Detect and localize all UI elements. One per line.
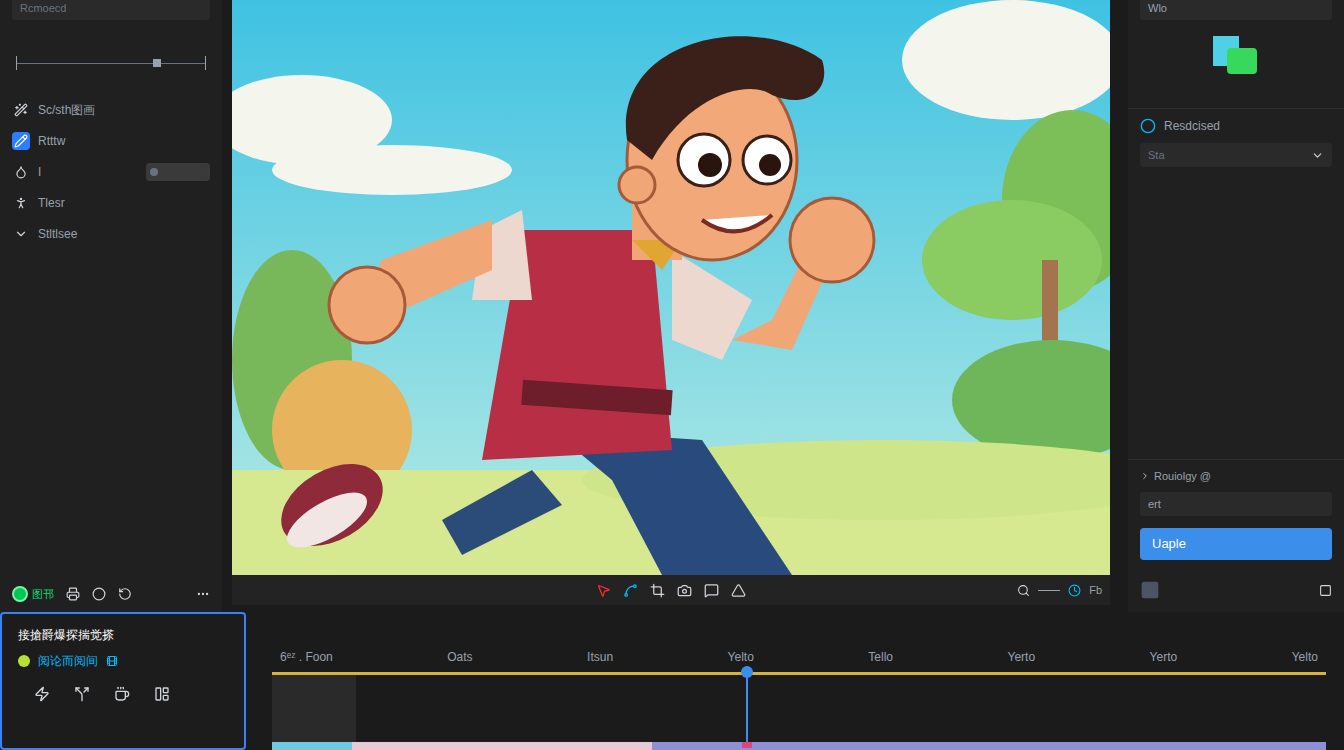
zap-icon[interactable]	[34, 686, 50, 702]
chevron-icon	[1311, 149, 1324, 162]
playhead[interactable]	[746, 666, 748, 748]
tool-icon	[12, 163, 30, 181]
layout-icon[interactable]	[154, 686, 170, 702]
apply-button[interactable]: Uaple	[1140, 528, 1332, 560]
clip[interactable]	[652, 742, 1326, 750]
select[interactable]: Sta	[1140, 143, 1332, 167]
property-row[interactable]: Rouiolgy @	[1128, 460, 1344, 493]
pointer-icon[interactable]	[596, 583, 611, 598]
ruler-label: 6ᵉᶻ . Foon	[280, 648, 333, 668]
tool-item[interactable]: I	[0, 156, 222, 187]
timeline-ruler: 6ᵉᶻ . Foon Oats Itsun Yelto Tello Yerto Yerto Y…	[272, 648, 1326, 668]
slider[interactable]	[16, 56, 206, 70]
canvas-area: Fb	[222, 0, 1128, 612]
workspace: Rcmoecd Sc/sth图画RtttwITlesrStltlsee 图邗 Fb Wl…	[0, 0, 1344, 612]
print-icon[interactable]	[66, 587, 80, 601]
playback-bar: 图邗	[0, 576, 222, 612]
split-icon[interactable]	[74, 686, 90, 702]
clip[interactable]	[352, 742, 652, 750]
crop-icon[interactable]	[650, 583, 665, 598]
zoom-line[interactable]	[1038, 590, 1060, 591]
timeline-section: 接搶爵爆探揣觉搽阅论而阅间 6ᵉᶻ . Foon Oats Itsun Yelto Tel…	[0, 612, 1344, 750]
more-icon[interactable]	[196, 587, 210, 601]
canvas-illustration	[232, 0, 1110, 575]
expand-icon	[1140, 471, 1150, 481]
layer-dot	[18, 655, 30, 667]
ruler-label: Yelto	[728, 648, 754, 668]
app-window: Rcmoecd Sc/sth图画RtttwITlesrStltlsee 图邗 Fb Wl…	[0, 0, 1344, 750]
cup-icon[interactable]	[114, 686, 130, 702]
clip-strip	[272, 742, 1326, 750]
clip[interactable]	[272, 742, 352, 750]
ruler-label: Yerto	[1008, 648, 1036, 668]
top-field[interactable]: Wlo	[1140, 0, 1332, 20]
triangle-icon[interactable]	[731, 583, 746, 598]
section-row[interactable]: Resdcised	[1128, 109, 1344, 143]
left-panel: Rcmoecd Sc/sth图画RtttwITlesrStltlsee 图邗	[0, 0, 222, 612]
layer-swatch-icon	[1213, 36, 1259, 76]
tool-item[interactable]: Rtttw	[0, 125, 222, 156]
play-icon	[12, 586, 28, 602]
toggle-chip[interactable]	[146, 163, 210, 181]
layers-panel: 接搶爵爆探揣觉搽阅论而阅间	[0, 612, 246, 750]
slider-thumb[interactable]	[153, 59, 161, 67]
tool-item[interactable]: Sc/sth图画	[0, 94, 222, 125]
layer-icon	[106, 655, 118, 667]
clock-icon[interactable]	[1068, 584, 1081, 597]
ruler-label: Itsun	[587, 648, 613, 668]
canvas-toolbar: Fb	[232, 575, 1110, 605]
tool-icon	[12, 194, 30, 212]
color-swatch-icon[interactable]	[1140, 580, 1160, 600]
zoom-icon[interactable]	[1017, 584, 1030, 597]
ruler-label: Yerto	[1150, 648, 1178, 668]
loop-icon[interactable]	[118, 587, 132, 601]
tool-icon	[12, 101, 30, 119]
play-button[interactable]: 图邗	[12, 586, 54, 603]
comment-icon[interactable]	[704, 583, 719, 598]
property-field[interactable]: ert	[1140, 492, 1332, 516]
spline-icon[interactable]	[623, 583, 638, 598]
tool-list: Sc/sth图画RtttwITlesrStltlsee	[0, 94, 222, 249]
circle-icon[interactable]	[92, 587, 106, 601]
tool-item[interactable]: Stltlsee	[0, 218, 222, 249]
layer-row[interactable]: 阅论而阅间	[18, 652, 228, 670]
toggle-dot	[150, 168, 158, 176]
camera-icon[interactable]	[677, 583, 692, 598]
tool-icon	[12, 225, 30, 243]
timeline-track[interactable]	[272, 672, 1326, 750]
section-icon	[1140, 118, 1156, 134]
ruler-label: Tello	[868, 648, 893, 668]
timeline: 6ᵉᶻ . Foon Oats Itsun Yelto Tello Yerto Yerto Y…	[246, 612, 1344, 750]
tool-item[interactable]: Tlesr	[0, 187, 222, 218]
frame-icon[interactable]	[1319, 584, 1332, 597]
ruler-label: Oats	[447, 648, 472, 668]
panel-header-field[interactable]: Rcmoecd	[12, 0, 210, 20]
canvas[interactable]	[232, 0, 1110, 575]
ruler-label: Yelto	[1292, 648, 1318, 668]
right-panel: Wlo ResdcisedSta Rouiolgy @ert Uaple	[1128, 0, 1344, 612]
tool-icon	[12, 132, 30, 150]
